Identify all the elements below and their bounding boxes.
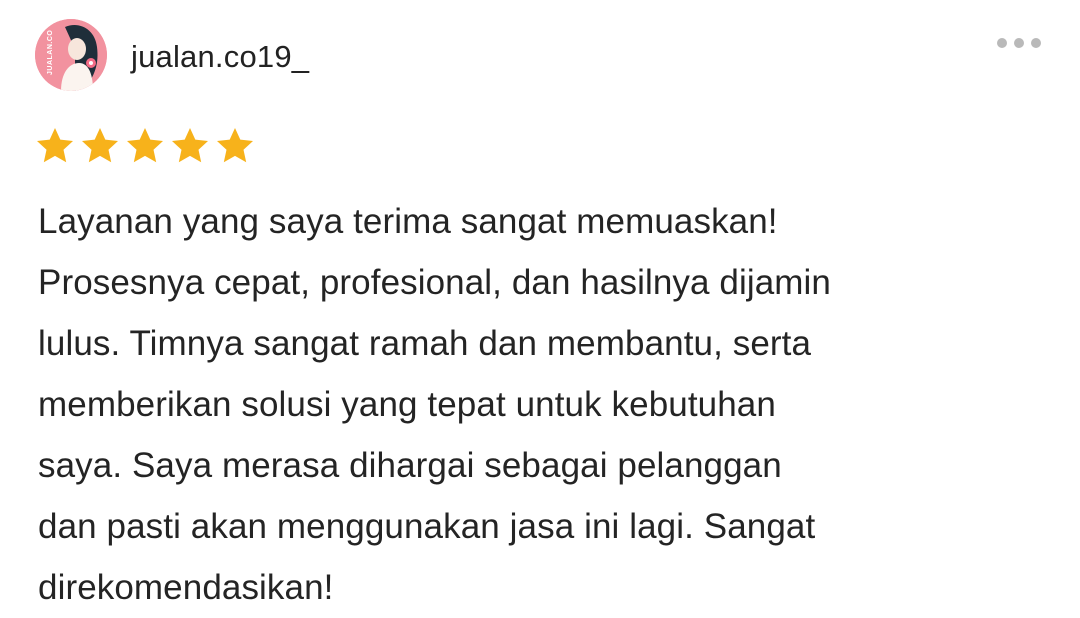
review-text: Layanan yang saya terima sangat memuaska… <box>38 191 998 618</box>
more-horizontal-icon <box>1014 38 1024 48</box>
star-icon <box>172 128 208 163</box>
review-text-line: saya. Saya merasa dihargai sebagai pelan… <box>38 446 782 485</box>
review-card: JUALAN.CO jualan.co19_ Layanan yang saya… <box>0 0 1080 607</box>
review-text-line: memberikan solusi yang tepat untuk kebut… <box>38 385 776 424</box>
star-rating <box>35 126 255 166</box>
review-text-line: lulus. Timnya sangat ramah dan membantu,… <box>38 324 812 363</box>
review-text-line: dan pasti akan menggunakan jasa ini lagi… <box>38 507 816 546</box>
avatar[interactable]: JUALAN.CO <box>35 19 107 91</box>
review-text-line: direkomendasikan! <box>38 568 334 607</box>
review-text-line: Layanan yang saya terima sangat memuaska… <box>38 202 778 241</box>
star-icon <box>217 128 253 163</box>
more-options-button[interactable] <box>988 28 1050 58</box>
avatar-brand-text: JUALAN.CO <box>47 30 54 75</box>
more-horizontal-icon <box>997 38 1007 48</box>
more-horizontal-icon <box>1031 38 1041 48</box>
username[interactable]: jualan.co19_ <box>131 38 309 76</box>
review-text-line: Prosesnya cepat, profesional, dan hasiln… <box>38 263 831 302</box>
star-icon <box>82 128 118 163</box>
star-icon <box>127 128 163 163</box>
star-icon <box>37 128 73 163</box>
